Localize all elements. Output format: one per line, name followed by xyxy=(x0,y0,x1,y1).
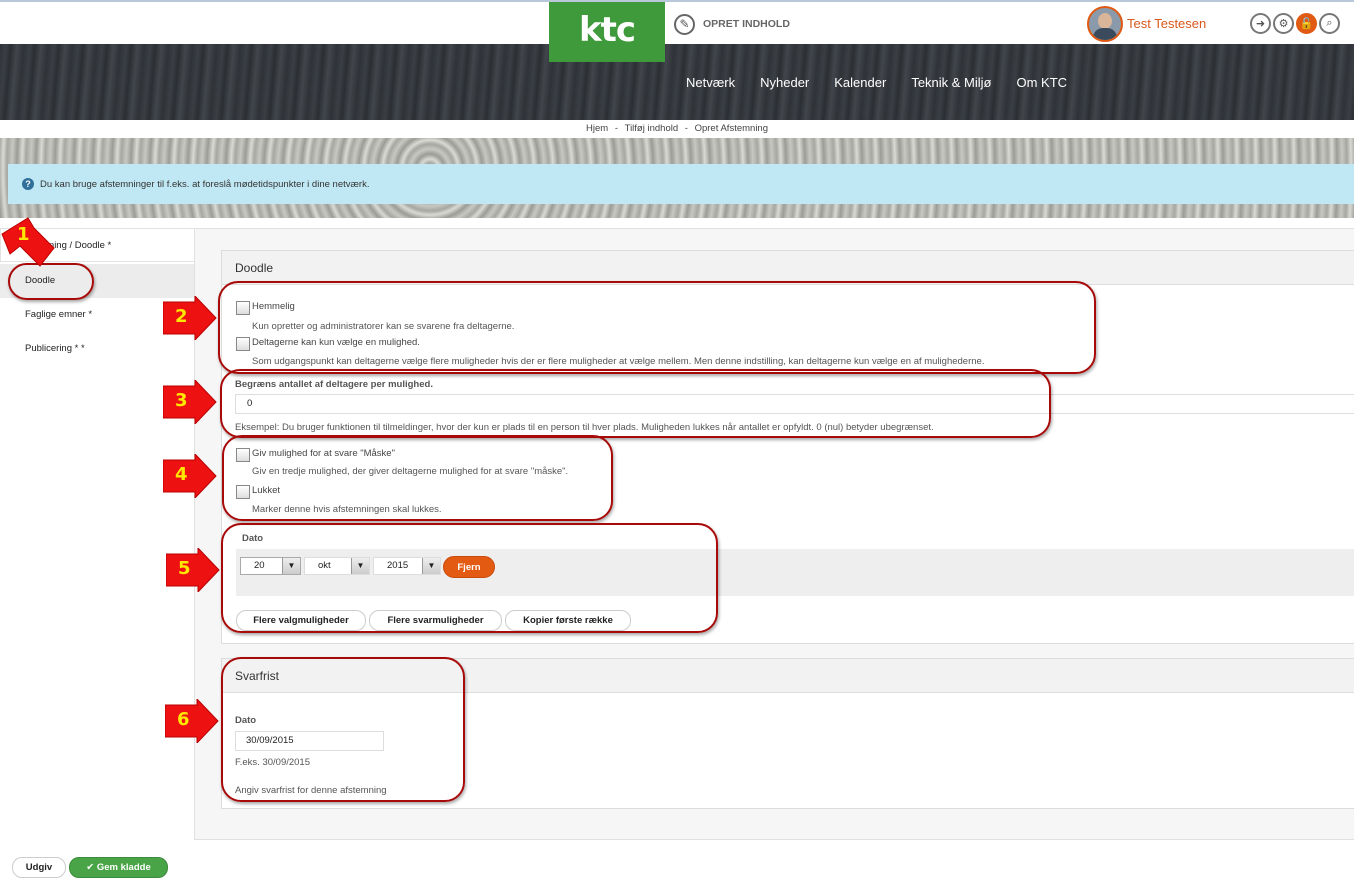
single-choice-label: Deltagerne kan kun vælge en mulighed. xyxy=(252,337,420,348)
ktc-logo[interactable]: ktc xyxy=(549,2,665,62)
closed-description: Marker denne hvis afstemningen skal lukk… xyxy=(252,504,442,515)
limit-label: Begræns antallet af deltagere per muligh… xyxy=(235,379,433,390)
month-select[interactable]: okt ▼ xyxy=(304,557,370,575)
annotation-number-2: 2 xyxy=(175,306,188,327)
nav-item-nyheder[interactable]: Nyheder xyxy=(760,75,809,90)
secret-option: Hemmelig xyxy=(236,301,295,315)
arrow-icon[interactable]: ➜ xyxy=(1250,13,1271,34)
breadcrumb: Hjem - Tilføj indhold - Opret Afstemning xyxy=(0,120,1354,138)
lock-icon[interactable]: 🔓 xyxy=(1296,13,1317,34)
search-icon[interactable]: ⌕ xyxy=(1319,13,1340,34)
month-value: okt xyxy=(318,560,331,571)
breadcrumb-item-current: Opret Afstemning xyxy=(694,123,768,134)
create-content-link[interactable]: ✎ OPRET INDHOLD xyxy=(674,13,790,35)
question-icon: ? xyxy=(22,178,34,190)
annotation-number-1: 1 xyxy=(17,224,30,245)
toolbar-icons: ➜ ⚙ 🔓 ⌕ xyxy=(1250,13,1340,34)
create-content-label: OPRET INDHOLD xyxy=(703,18,790,30)
secret-description: Kun opretter og administratorer kan se s… xyxy=(252,321,515,332)
annotation-arrow-6 xyxy=(165,699,219,743)
annotation-number-5: 5 xyxy=(178,558,191,579)
closed-label: Lukket xyxy=(252,485,280,496)
tab-doodle[interactable]: Doodle xyxy=(0,264,195,298)
remove-date-button[interactable]: Fjern xyxy=(443,556,495,578)
annotation-arrow-3 xyxy=(163,380,217,424)
day-value: 20 xyxy=(254,560,265,571)
maybe-checkbox[interactable] xyxy=(236,448,250,462)
annotation-arrow-4 xyxy=(163,454,217,498)
maybe-label: Giv mulighed for at svare "Måske" xyxy=(252,448,395,459)
deadline-date-example: F.eks. 30/09/2015 xyxy=(235,757,310,768)
breadcrumb-separator: - xyxy=(684,123,688,134)
date-label: Dato xyxy=(242,533,264,544)
avatar[interactable] xyxy=(1087,6,1123,42)
edit-icon: ✎ xyxy=(674,13,695,35)
single-choice-checkbox[interactable] xyxy=(236,337,250,351)
nav-item-om-ktc[interactable]: Om KTC xyxy=(1017,75,1068,90)
deadline-panel: Svarfrist Dato 30/09/2015 F.eks. 30/09/2… xyxy=(221,658,1354,809)
deadline-date-input[interactable]: 30/09/2015 xyxy=(235,731,384,751)
top-bar: ktc ✎ OPRET INDHOLD Test Testesen ➜ ⚙ 🔓 … xyxy=(0,0,1354,62)
maybe-option: Giv mulighed for at svare "Måske" xyxy=(236,448,395,462)
breadcrumb-separator: - xyxy=(614,123,618,134)
publish-button[interactable]: Udgiv xyxy=(12,857,66,878)
more-answers-button[interactable]: Flere svarmuligheder xyxy=(369,610,502,631)
save-draft-label: Gem kladde xyxy=(96,862,151,873)
nav-item-netvaerk[interactable]: Netværk xyxy=(686,75,735,90)
annotation-arrow-5 xyxy=(166,548,220,592)
annotation-arrow-2 xyxy=(163,296,217,340)
annotation-number-4: 4 xyxy=(175,464,188,485)
secret-checkbox[interactable] xyxy=(236,301,250,315)
doodle-panel-title: Doodle xyxy=(222,251,1354,285)
copy-first-row-button[interactable]: Kopier første række xyxy=(505,610,631,631)
year-select[interactable]: 2015 ▼ xyxy=(373,557,441,575)
info-message: ? Du kan bruge afstemninger til f.eks. a… xyxy=(8,164,1354,204)
day-select[interactable]: 20 ▼ xyxy=(240,557,301,575)
closed-checkbox[interactable] xyxy=(236,485,250,499)
chevron-down-icon: ▼ xyxy=(351,558,369,574)
limit-input[interactable]: 0 xyxy=(235,394,1354,414)
maybe-description: Giv en tredje mulighed, der giver deltag… xyxy=(252,466,569,477)
single-choice-option: Deltagerne kan kun vælge en mulighed. xyxy=(236,337,420,351)
deadline-date-label: Dato xyxy=(235,715,257,726)
breadcrumb-item-add-content[interactable]: Tilføj indhold xyxy=(625,123,679,134)
more-options-button[interactable]: Flere valgmuligheder xyxy=(236,610,366,631)
chevron-down-icon: ▼ xyxy=(282,558,300,574)
annotation-number-6: 6 xyxy=(177,709,190,730)
chevron-down-icon: ▼ xyxy=(422,558,440,574)
nav-item-teknik-miljo[interactable]: Teknik & Miljø xyxy=(911,75,991,90)
annotation-number-3: 3 xyxy=(175,390,188,411)
user-name[interactable]: Test Testesen xyxy=(1127,16,1206,31)
gear-icon[interactable]: ⚙ xyxy=(1273,13,1294,34)
main-navigation: Netværk Nyheder Kalender Teknik & Miljø … xyxy=(0,44,1354,120)
year-value: 2015 xyxy=(387,560,409,571)
secret-label: Hemmelig xyxy=(252,301,295,312)
check-icon: ✔ xyxy=(86,862,97,873)
main-content: Doodle Hemmelig Kun opretter og administ… xyxy=(194,228,1354,840)
breadcrumb-item-home[interactable]: Hjem xyxy=(586,123,608,134)
deadline-description: Angiv svarfrist for denne afstemning xyxy=(235,785,387,796)
single-choice-description: Som udgangspunkt kan deltagerne vælge fl… xyxy=(252,356,985,367)
deadline-panel-title: Svarfrist xyxy=(222,659,1354,693)
save-draft-button[interactable]: ✔ Gem kladde xyxy=(69,857,168,878)
limit-description: Eksempel: Du bruger funktionen til tilme… xyxy=(235,422,934,433)
closed-option: Lukket xyxy=(236,485,280,499)
info-text: Du kan bruge afstemninger til f.eks. at … xyxy=(40,178,370,190)
nav-item-kalender[interactable]: Kalender xyxy=(834,75,886,90)
